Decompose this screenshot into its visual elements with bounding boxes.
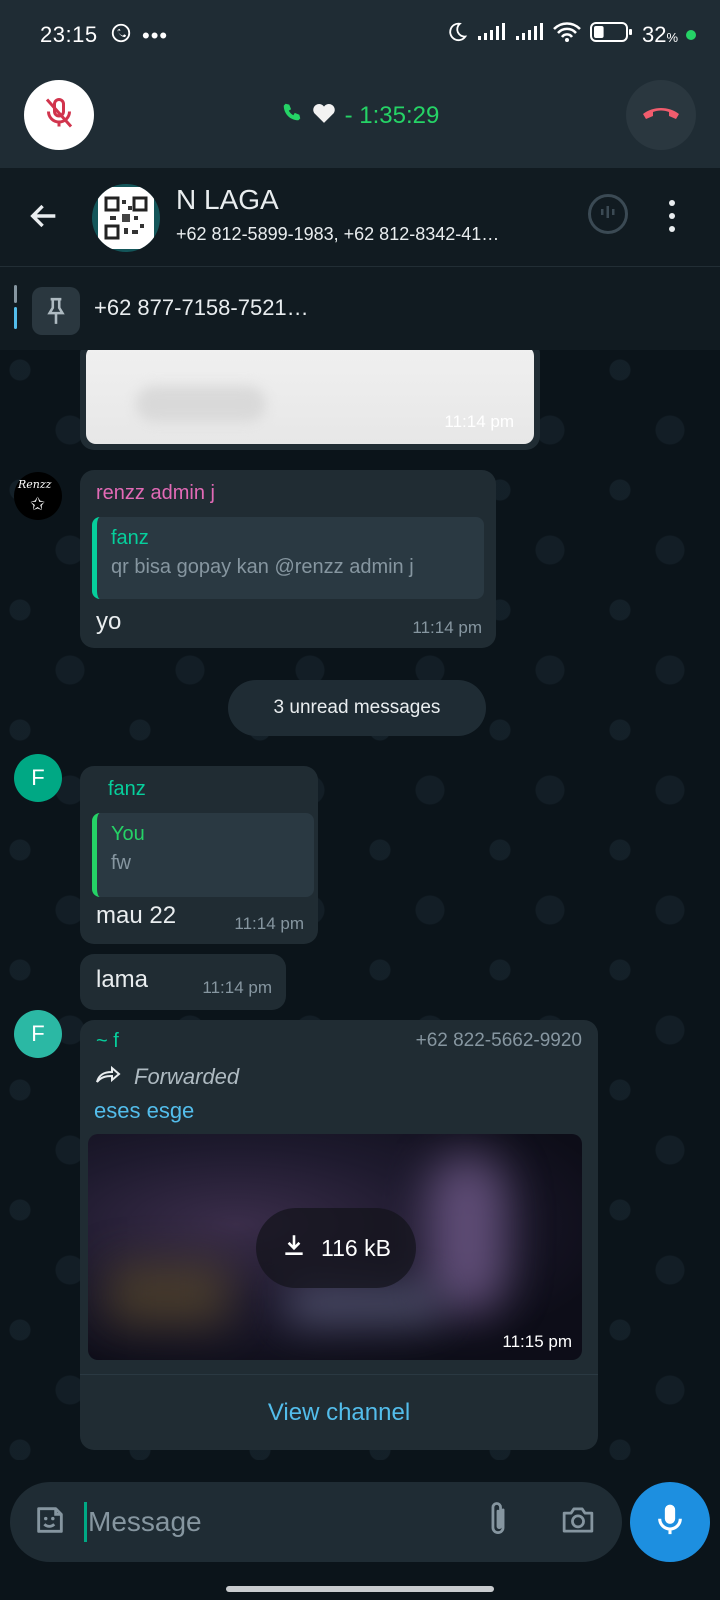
message-list[interactable]: 11:14 pm Renzz ✩ renzz admin j fanz qr b…: [0, 350, 720, 1460]
download-size: 116 kB: [321, 1234, 391, 1261]
avatar-letter: F: [31, 765, 45, 790]
message-time: 11:14 pm: [234, 914, 304, 933]
quoted-message[interactable]: You fw: [92, 813, 314, 897]
attach-button[interactable]: [478, 1500, 518, 1544]
unread-messages-divider: 3 unread messages: [228, 680, 486, 736]
quote-sender: fanz: [111, 527, 149, 549]
message-time: 11:14 pm: [444, 412, 514, 431]
image-message[interactable]: 11:14 pm: [80, 350, 540, 450]
group-avatar[interactable]: [92, 184, 160, 252]
avatar-label: Renzz: [18, 478, 52, 491]
download-button[interactable]: 116 kB: [256, 1208, 416, 1288]
image-thumbnail[interactable]: 11:14 pm: [86, 350, 534, 444]
message-composer[interactable]: [10, 1482, 622, 1562]
message-time: 11:14 pm: [412, 618, 482, 637]
media-thumbnail[interactable]: 116 kB 11:15 pm: [88, 1134, 582, 1360]
paperclip-icon: [484, 1501, 512, 1544]
sender-name[interactable]: ~ f: [96, 1030, 119, 1053]
voice-message-button[interactable]: [630, 1482, 710, 1562]
status-time: 23:15: [40, 22, 98, 47]
dot: [669, 226, 675, 232]
back-button[interactable]: [22, 196, 66, 240]
sender-name[interactable]: fanz: [108, 778, 306, 801]
heart-icon: [311, 100, 337, 131]
view-channel-button[interactable]: View channel: [80, 1374, 598, 1450]
text-caret: [84, 1502, 87, 1542]
chat-header: N LAGA +62 812-5899-1983, +62 812-8342-4…: [0, 168, 720, 266]
message-input[interactable]: [88, 1498, 468, 1546]
dot: [669, 213, 675, 219]
star-icon: ✩: [30, 494, 46, 515]
forwarded-message-bubble[interactable]: ~ f +62 822-5662-9920 Forwarded eses esg…: [80, 1020, 598, 1450]
pin-indicator: [14, 285, 17, 331]
home-indicator[interactable]: [226, 1586, 494, 1592]
message-bubble[interactable]: fanz You fw mau 22 11:14 pm: [80, 766, 318, 944]
quote-text: qr bisa gopay kan @renzz admin j: [111, 556, 414, 578]
quote-text: fw: [111, 852, 131, 874]
channel-name[interactable]: eses esge: [94, 1098, 194, 1124]
forwarded-label: Forwarded: [134, 1064, 240, 1089]
status-bar: 23:15 ••• 32%: [0, 0, 720, 72]
ongoing-call-bar[interactable]: - 1:35:29: [0, 72, 720, 168]
avatar[interactable]: F: [14, 754, 62, 802]
signal-icon-2: [514, 22, 544, 47]
more-notifications-icon: •••: [142, 22, 169, 48]
group-members[interactable]: +62 812-5899-1983, +62 812-8342-41…: [176, 224, 556, 245]
sticker-icon: [33, 1503, 67, 1542]
message-time: 11:15 pm: [502, 1332, 572, 1351]
end-call-icon: [641, 102, 681, 129]
quoted-message[interactable]: fanz qr bisa gopay kan @renzz admin j: [92, 517, 484, 599]
privacy-dot: [686, 29, 696, 40]
call-status: - 1:35:29: [0, 100, 720, 131]
whatsapp-icon: [110, 22, 132, 49]
avatar[interactable]: F: [14, 1010, 62, 1058]
avatar[interactable]: Renzz ✩: [14, 472, 62, 520]
sender-phone: +62 822-5662-9920: [415, 1030, 582, 1051]
download-icon: [281, 1232, 307, 1264]
audio-wave-icon: [598, 204, 618, 225]
sticker-button[interactable]: [30, 1502, 70, 1542]
forward-icon: [94, 1064, 122, 1091]
pin-icon: [32, 287, 80, 335]
wifi-icon: [552, 21, 582, 48]
message-text: yo: [96, 608, 122, 635]
message-text: lama: [96, 966, 149, 993]
battery-percent: 32%: [641, 21, 678, 47]
quote-sender: You: [111, 823, 145, 845]
message-time: 11:14 pm: [202, 978, 272, 997]
call-duration: - 1:35:29: [344, 101, 440, 129]
message-bubble[interactable]: renzz admin j fanz qr bisa gopay kan @re…: [80, 470, 496, 648]
dot: [669, 200, 675, 206]
signal-icon: [476, 22, 506, 47]
group-title[interactable]: N LAGA: [176, 184, 279, 216]
message-text: mau 22: [96, 902, 177, 929]
sender-name[interactable]: renzz admin j: [96, 482, 484, 505]
pinned-text: +62 877-7158-7521…: [94, 295, 309, 320]
more-options-button[interactable]: [662, 196, 682, 236]
qr-code-image: [98, 187, 154, 249]
end-call-button[interactable]: [626, 80, 696, 150]
message-bubble[interactable]: lama 11:14 pm: [80, 954, 286, 1010]
pinned-message-bar[interactable]: +62 877-7158-7521…: [0, 266, 720, 350]
camera-button[interactable]: [556, 1500, 600, 1544]
battery-icon: [589, 21, 634, 48]
avatar-letter: F: [31, 1021, 45, 1046]
composer-bar: [0, 1460, 720, 1600]
moon-icon: [446, 20, 468, 49]
voice-chat-button[interactable]: [588, 194, 628, 234]
back-arrow-icon: [27, 199, 61, 238]
phone-icon: [281, 101, 303, 130]
camera-icon: [560, 1504, 596, 1541]
mic-icon: [654, 1502, 686, 1543]
